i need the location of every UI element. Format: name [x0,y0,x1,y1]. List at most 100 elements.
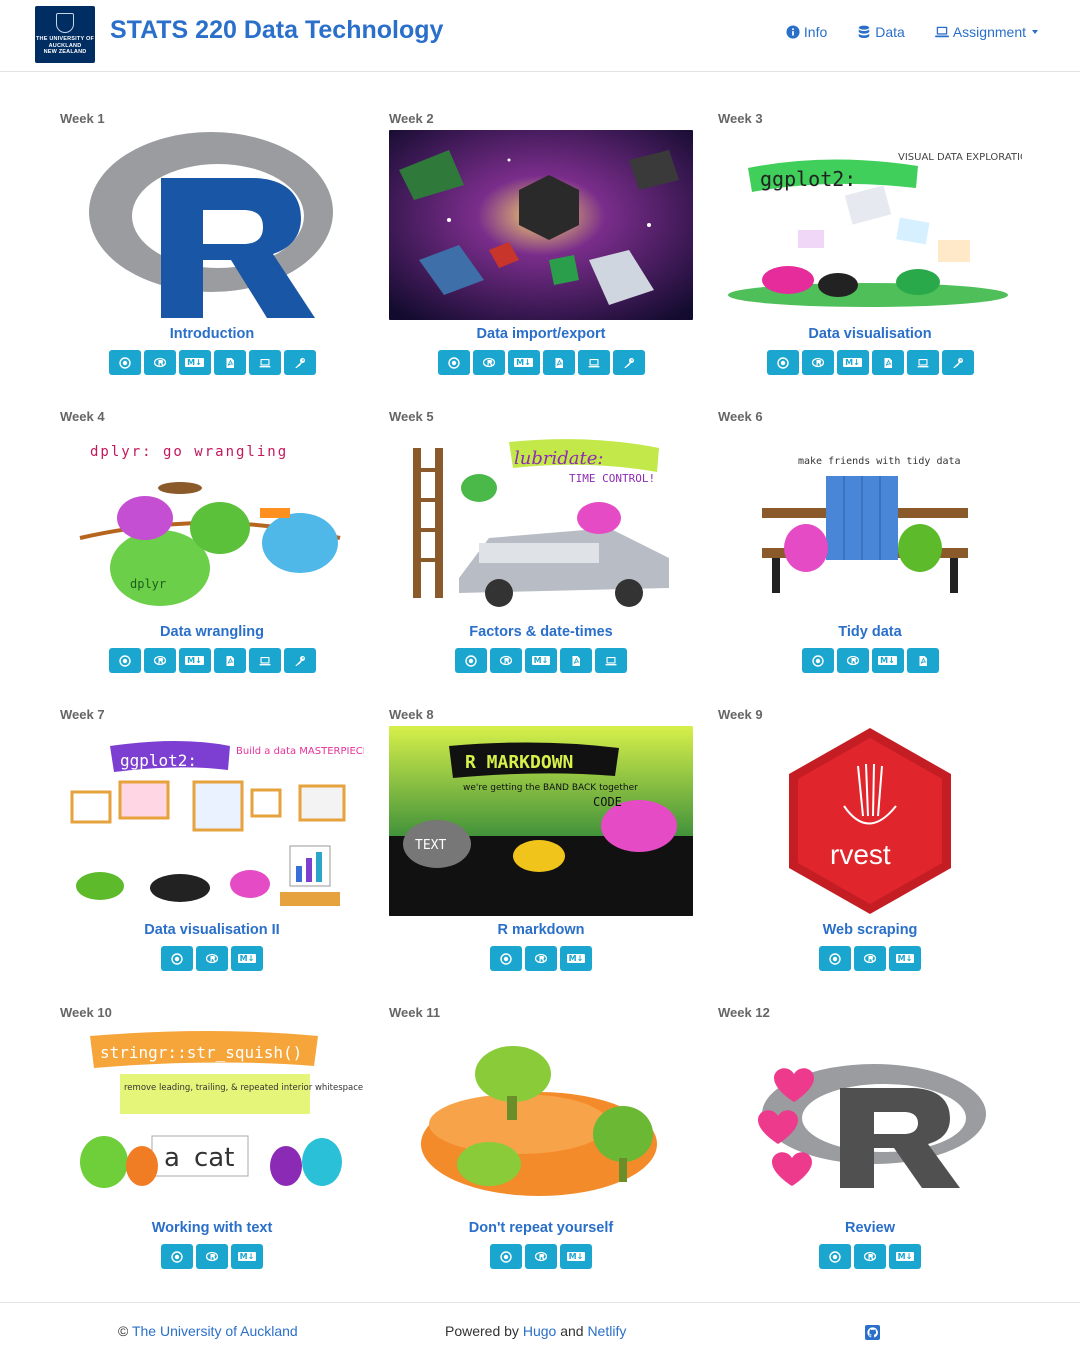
week-thumbnail[interactable]: lubridate: TIME CONTROL! [389,428,693,618]
r-logo-icon [206,1251,218,1261]
r-logo-image [89,132,333,318]
r-logo-icon [206,953,218,963]
week-thumbnail[interactable] [389,1024,693,1214]
markdown-button[interactable]: M↓ [507,350,540,375]
week-thumbnail[interactable]: make friends with tidy data [718,428,1022,618]
markdown-button[interactable]: M↓ [836,350,869,375]
r-script-button[interactable] [525,946,557,971]
week-title[interactable]: Data wrangling [60,621,364,643]
nav-assignment[interactable]: Assignment [934,24,1038,40]
site-title[interactable]: STATS 220 Data Technology [110,16,443,45]
markdown-button[interactable]: M↓ [178,350,211,375]
week-label: Week 1 [60,111,105,126]
solution-button[interactable] [283,350,316,375]
r-script-button[interactable] [196,946,228,971]
slides-button[interactable] [108,648,141,673]
week-title[interactable]: Factors & date-times [389,621,693,643]
solution-button[interactable] [941,350,974,375]
solution-button[interactable] [283,648,316,673]
week-title[interactable]: Introduction [60,323,364,345]
markdown-button[interactable]: M↓ [889,1244,921,1269]
pdf-button[interactable] [906,648,939,673]
laptop-icon [259,358,270,367]
week-title[interactable]: Web scraping [718,919,1022,941]
r-script-button[interactable] [196,1244,228,1269]
r-script-button[interactable] [836,648,869,673]
week-thumbnail[interactable] [718,1024,1022,1214]
slides-button[interactable] [819,946,851,971]
week-thumbnail[interactable]: rvest [718,726,1022,916]
slides-button[interactable] [161,946,193,971]
r-script-button[interactable] [854,946,886,971]
solution-button[interactable] [612,350,645,375]
week-thumbnail[interactable]: dplyr: go wrangling dplyr [60,428,364,618]
github-link[interactable] [865,1325,880,1340]
lab-button[interactable] [577,350,610,375]
r-script-button[interactable] [490,648,522,673]
slides-button[interactable] [801,648,834,673]
week-title[interactable]: Tidy data [718,621,1022,643]
week-title[interactable]: Working with text [60,1217,364,1239]
nav-data[interactable]: Data [857,24,905,40]
slides-button[interactable] [766,350,799,375]
week-thumbnail[interactable]: R MARKDOWN we're getting the BAND BACK t… [389,726,693,916]
markdown-button[interactable]: M↓ [871,648,904,673]
markdown-button[interactable]: M↓ [231,946,263,971]
university-link[interactable]: The University of Auckland [132,1323,298,1339]
pdf-button[interactable] [871,350,904,375]
week-title[interactable]: Data visualisation [718,323,1022,345]
slides-button[interactable] [819,1244,851,1269]
pdf-button[interactable] [542,350,575,375]
slides-button[interactable] [455,648,487,673]
slides-button[interactable] [490,1244,522,1269]
footer-powered: Powered by Hugo and Netlify [445,1323,626,1339]
week-thumbnail[interactable] [60,130,364,320]
week-title[interactable]: Data import/export [389,323,693,345]
pdf-button[interactable] [560,648,592,673]
university-logo[interactable]: THE UNIVERSITY OF AUCKLAND NEW ZEALAND [35,6,95,63]
r-script-button[interactable] [801,350,834,375]
markdown-button[interactable]: M↓ [178,648,211,673]
target-icon [465,654,477,667]
art-code-label: CODE [593,795,622,809]
week-label: Week 3 [718,111,763,126]
lab-button[interactable] [248,648,281,673]
week-thumbnail[interactable] [389,130,693,320]
week-title[interactable]: Don't repeat yourself [389,1217,693,1239]
r-script-button[interactable] [525,1244,557,1269]
r-script-button[interactable] [472,350,505,375]
crest-icon [56,13,74,34]
week-thumbnail[interactable]: ggplot2: VISUAL DATA EXPLORATION [718,130,1022,320]
pdf-button[interactable] [213,350,246,375]
hugo-link[interactable]: Hugo [523,1323,556,1339]
markdown-button[interactable]: M↓ [889,946,921,971]
week-title[interactable]: Review [718,1217,1022,1239]
pdf-icon [226,655,234,666]
r-script-button[interactable] [143,648,176,673]
slides-button[interactable] [161,1244,193,1269]
lab-button[interactable] [595,648,627,673]
week-title[interactable]: Data visualisation II [60,919,364,941]
stringr-squish-image: stringr::str_squish() remove leading, tr… [60,1024,364,1214]
week-title[interactable]: R markdown [389,919,693,941]
week-label: Week 7 [60,707,105,722]
week-thumbnail[interactable]: stringr::str_squish() remove leading, tr… [60,1024,364,1214]
lab-button[interactable] [248,350,281,375]
markdown-button[interactable]: M↓ [231,1244,263,1269]
r-logo-icon [153,655,166,665]
markdown-button[interactable]: M↓ [525,648,557,673]
lab-button[interactable] [906,350,939,375]
markdown-button[interactable]: M↓ [560,946,592,971]
pdf-button[interactable] [213,648,246,673]
netlify-link[interactable]: Netlify [587,1323,626,1339]
r-logo-icon [811,357,824,367]
nav-info[interactable]: Info [786,24,827,40]
r-script-button[interactable] [854,1244,886,1269]
markdown-button[interactable]: M↓ [560,1244,592,1269]
week-thumbnail[interactable]: ggplot2: Build a data MASTERPIECE [60,726,364,916]
slides-button[interactable] [108,350,141,375]
slides-button[interactable] [490,946,522,971]
week-label: Week 12 [718,1005,770,1020]
slides-button[interactable] [437,350,470,375]
r-script-button[interactable] [143,350,176,375]
